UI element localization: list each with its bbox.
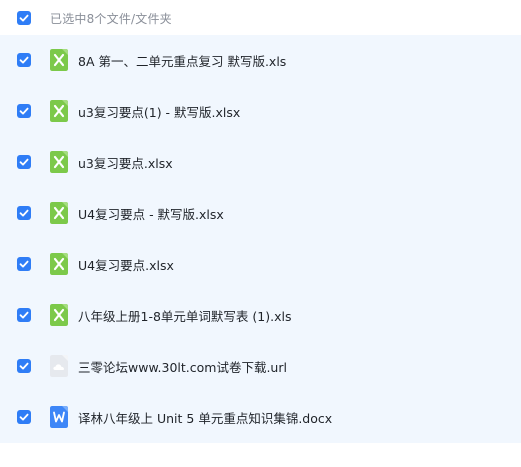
file-checkbox[interactable]	[17, 155, 31, 169]
file-checkbox[interactable]	[17, 359, 31, 373]
checkmark-icon	[19, 107, 29, 115]
file-name: 三零论坛www.30lt.com试卷下载.url	[78, 360, 287, 375]
file-name: 8A 第一、二单元重点复习 默写版.xls	[78, 54, 287, 69]
checkmark-icon	[19, 56, 29, 64]
selection-count-label: 已选中8个文件/文件夹	[50, 12, 172, 26]
select-all-checkbox[interactable]	[17, 11, 31, 25]
excel-icon	[50, 100, 68, 122]
file-row[interactable]: 8A 第一、二单元重点复习 默写版.xls	[0, 35, 521, 86]
excel-icon	[50, 49, 68, 71]
file-row[interactable]: U4复习要点.xlsx	[0, 239, 521, 290]
excel-icon	[50, 202, 68, 224]
file-checkbox[interactable]	[17, 410, 31, 424]
file-checkbox[interactable]	[17, 308, 31, 322]
checkmark-icon	[19, 260, 29, 268]
file-name: u3复习要点(1) - 默写版.xlsx	[78, 105, 241, 120]
excel-icon	[50, 253, 68, 275]
excel-icon	[50, 304, 68, 326]
word-icon	[50, 406, 68, 428]
file-checkbox[interactable]	[17, 104, 31, 118]
file-name: 八年级上册1-8单元单词默写表 (1).xls	[78, 309, 292, 324]
file-row[interactable]: 八年级上册1-8单元单词默写表 (1).xls	[0, 290, 521, 341]
file-list: 8A 第一、二单元重点复习 默写版.xls u3复习要点(1) - 默写版.xl…	[0, 35, 521, 443]
file-row[interactable]: u3复习要点.xlsx	[0, 137, 521, 188]
file-checkbox[interactable]	[17, 53, 31, 67]
file-checkbox[interactable]	[17, 206, 31, 220]
file-name: U4复习要点 - 默写版.xlsx	[78, 207, 224, 222]
file-name: U4复习要点.xlsx	[78, 258, 174, 273]
selection-header: 已选中8个文件/文件夹	[0, 0, 521, 36]
file-row[interactable]: 译林八年级上 Unit 5 单元重点知识集锦.docx	[0, 392, 521, 443]
file-row[interactable]: u3复习要点(1) - 默写版.xlsx	[0, 86, 521, 137]
checkmark-icon	[19, 413, 29, 421]
file-row[interactable]: 三零论坛www.30lt.com试卷下载.url	[0, 341, 521, 392]
checkmark-icon	[19, 311, 29, 319]
excel-icon	[50, 151, 68, 173]
checkmark-icon	[19, 362, 29, 370]
file-checkbox[interactable]	[17, 257, 31, 271]
file-row[interactable]: U4复习要点 - 默写版.xlsx	[0, 188, 521, 239]
file-name: u3复习要点.xlsx	[78, 156, 173, 171]
file-selection-panel: 已选中8个文件/文件夹 8A 第一、二单元重点复习 默写版.xls u3复习要点…	[0, 0, 521, 467]
checkmark-icon	[19, 209, 29, 217]
checkmark-icon	[19, 158, 29, 166]
file-name: 译林八年级上 Unit 5 单元重点知识集锦.docx	[78, 411, 333, 426]
checkmark-icon	[19, 14, 29, 22]
url-cloud-icon	[50, 355, 68, 377]
